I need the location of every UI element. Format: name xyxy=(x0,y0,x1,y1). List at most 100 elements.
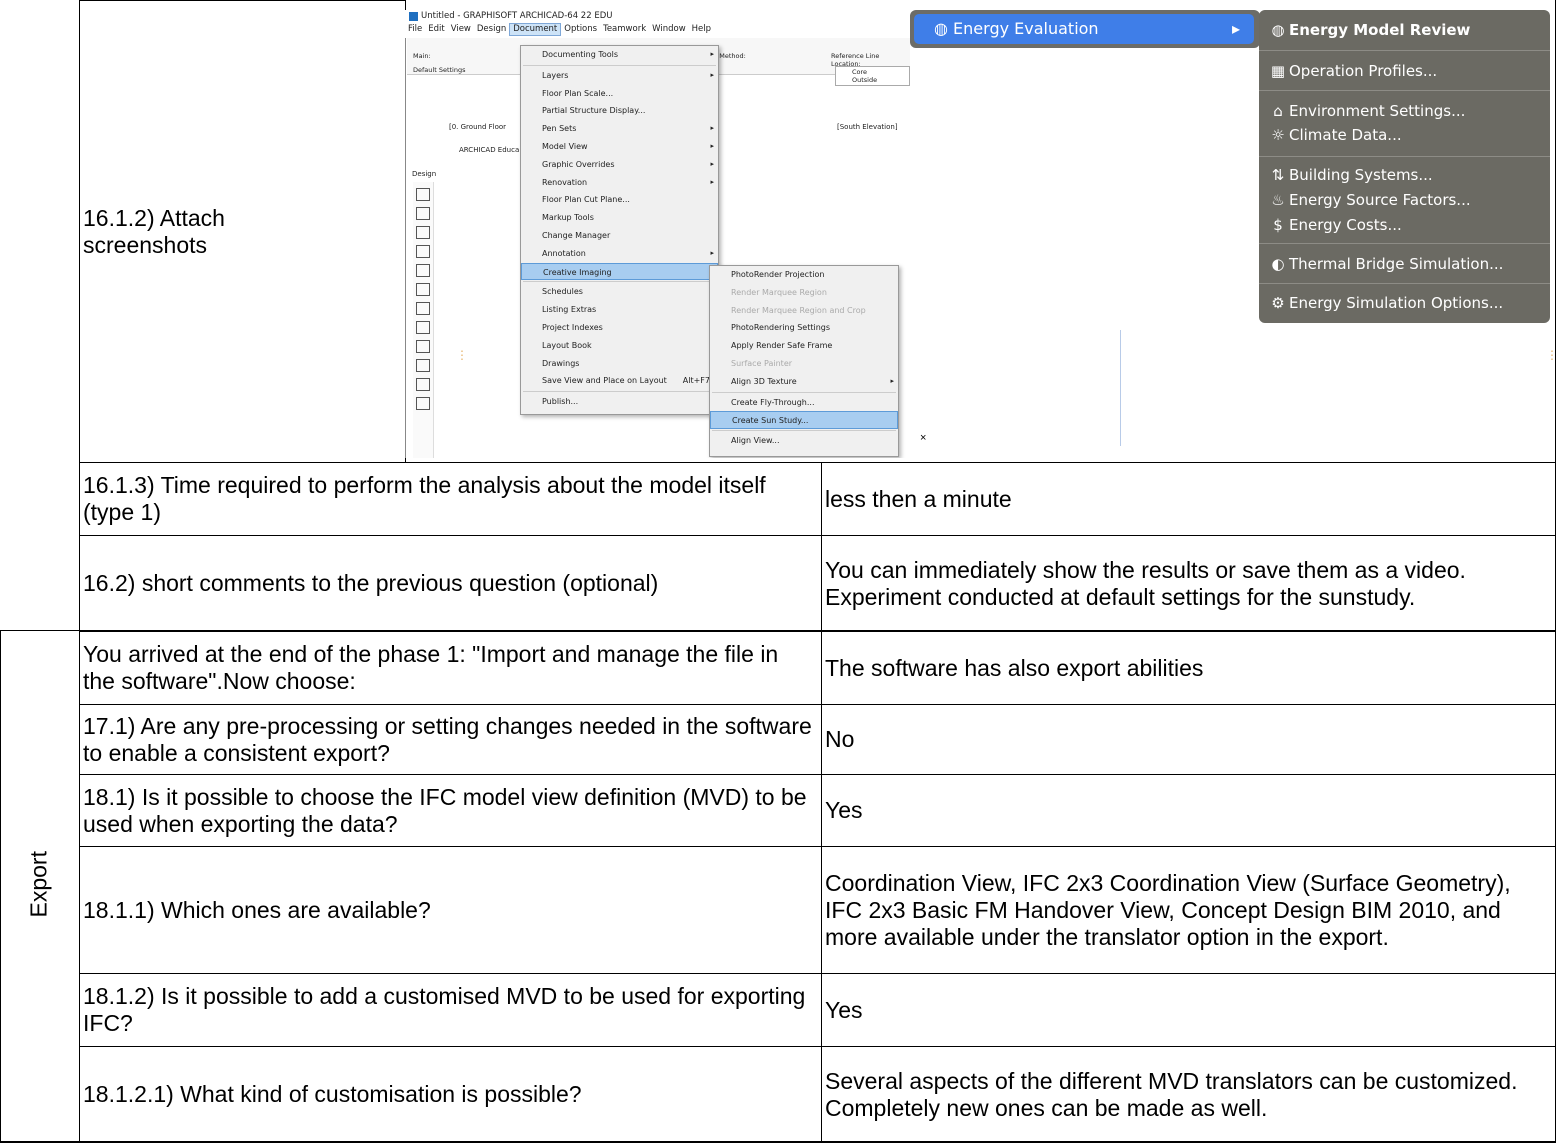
question-text: 16.2) short comments to the previous que… xyxy=(83,570,659,596)
menu-item[interactable]: Renovation xyxy=(521,174,718,192)
energy-model-review-item[interactable]: ◍ Energy Model Review xyxy=(1259,18,1550,43)
menu-label: Operation Profiles... xyxy=(1289,62,1438,80)
thermal-icon: ◐ xyxy=(1271,255,1285,273)
menu-view[interactable]: View xyxy=(448,23,474,36)
stair-tool-icon[interactable] xyxy=(416,302,430,315)
thermal-bridge-item[interactable]: ◐ Thermal Bridge Simulation... xyxy=(1259,252,1550,277)
menu-item[interactable]: Model View xyxy=(521,138,718,156)
answer-text: Coordination View, IFC 2x3 Coordination … xyxy=(825,869,1511,950)
archicad-screenshot: Untitled - GRAPHISOFT ARCHICAD-64 22 EDU… xyxy=(405,10,910,458)
mesh-tool-icon[interactable] xyxy=(416,378,430,391)
resize-handle[interactable]: ⋮ xyxy=(1546,348,1558,362)
energy-costs-item[interactable]: $ Energy Costs... xyxy=(1259,213,1550,238)
energy-submenu: ◍ Energy Model Review ▦ Operation Profiles… xyxy=(1259,10,1550,323)
answer-text: Yes xyxy=(825,797,863,823)
menu-options[interactable]: Options xyxy=(561,23,600,36)
environment-settings-item[interactable]: ⌂ Environment Settings... xyxy=(1259,99,1550,124)
default-settings-label[interactable]: Default Settings xyxy=(413,66,465,74)
menu-item[interactable]: Layers xyxy=(521,67,718,85)
menu-item[interactable]: Render Marquee Region xyxy=(710,284,898,302)
shell-tool-icon[interactable] xyxy=(416,359,430,372)
menu-item[interactable]: Listing Extras xyxy=(521,301,718,319)
menu-item[interactable]: PhotoRendering Settings xyxy=(710,319,898,337)
menu-separator xyxy=(712,430,896,432)
menu-document[interactable]: Document xyxy=(509,23,562,36)
question-cell: 16.1.2) Attach screenshots xyxy=(79,0,405,462)
energy-source-factors-item[interactable]: ♨ Energy Source Factors... xyxy=(1259,188,1550,213)
menu-item[interactable]: Render Marquee Region and Crop xyxy=(710,302,898,320)
menu-item[interactable]: Align 3D Texture xyxy=(710,373,898,391)
window-tool-icon[interactable] xyxy=(416,226,430,239)
roof-tool-icon[interactable] xyxy=(416,340,430,353)
menu-item[interactable]: Change Manager xyxy=(521,227,718,245)
menu-teamwork[interactable]: Teamwork xyxy=(600,23,649,36)
menu-separator xyxy=(523,64,716,66)
menu-item[interactable]: Align View... xyxy=(710,432,898,450)
resize-handle[interactable]: ⋮ xyxy=(456,348,468,362)
door-tool-icon[interactable] xyxy=(416,207,430,220)
factory-icon: ♨ xyxy=(1271,191,1285,209)
design-label: Design xyxy=(412,170,437,178)
menu-separator xyxy=(1259,90,1550,91)
answer-cell: Yes xyxy=(821,774,1556,846)
menu-item-selected[interactable]: Creative Imaging xyxy=(521,262,718,281)
wall-tool-icon[interactable] xyxy=(416,188,430,201)
grid-line xyxy=(0,630,1,1143)
climate-data-item[interactable]: ☼ Climate Data... xyxy=(1259,123,1550,148)
answer-cell: You can immediately show the results or … xyxy=(821,535,1556,631)
menu-label: Environment Settings... xyxy=(1289,102,1466,120)
question-cell: 17.1) Are any pre-processing or setting … xyxy=(79,704,821,774)
energy-evaluation-label: Energy Evaluation xyxy=(953,19,1099,38)
menu-help[interactable]: Help xyxy=(689,23,714,36)
section-label: Export xyxy=(25,851,52,918)
menu-label: Building Systems... xyxy=(1289,166,1433,184)
vertical-divider xyxy=(405,38,406,458)
question-text: You arrived at the end of the phase 1: "… xyxy=(83,641,779,694)
document-menu: Documenting Tools Layers Floor Plan Scal… xyxy=(520,45,719,415)
menu-separator xyxy=(523,391,716,393)
menu-separator xyxy=(1259,156,1550,157)
menu-separator xyxy=(712,391,896,393)
menu-item-create-sun-study[interactable]: Create Sun Study... xyxy=(710,411,898,430)
energy-evaluation-menu: ◍ Energy Evaluation ▸ xyxy=(910,10,1260,48)
globe-icon: ◍ xyxy=(1271,21,1285,39)
menu-item[interactable]: Apply Render Safe Frame xyxy=(710,337,898,355)
menu-item[interactable]: Markup Tools xyxy=(521,209,718,227)
house-icon: ⌂ xyxy=(1273,102,1283,120)
menu-item[interactable]: PhotoRender Projection xyxy=(710,266,898,284)
menu-edit[interactable]: Edit xyxy=(425,23,447,36)
tab-south-elevation[interactable]: [South Elevation] xyxy=(837,123,898,131)
menu-design[interactable]: Design xyxy=(474,23,509,36)
menu-item[interactable]: Annotation xyxy=(521,245,718,263)
menu-window[interactable]: Window xyxy=(649,23,689,36)
menu-item[interactable]: Floor Plan Scale... xyxy=(521,85,718,103)
curtain-wall-tool-icon[interactable] xyxy=(416,397,430,410)
menu-item[interactable]: Schedules xyxy=(521,283,718,301)
answer-cell: The software has also export abilities xyxy=(821,631,1556,704)
menu-item[interactable]: Floor Plan Cut Plane... xyxy=(521,191,718,209)
menu-item[interactable]: Graphic Overrides xyxy=(521,156,718,174)
menu-item[interactable]: Publish... xyxy=(521,393,718,411)
operation-profiles-item[interactable]: ▦ Operation Profiles... xyxy=(1259,59,1550,84)
menu-item[interactable]: Partial Structure Display... xyxy=(521,102,718,120)
menu-item[interactable]: Documenting Tools xyxy=(521,46,718,64)
building-systems-item[interactable]: ⇅ Building Systems... xyxy=(1259,163,1550,188)
tab-ground-floor[interactable]: [0. Ground Floor xyxy=(449,123,506,131)
railing-tool-icon[interactable] xyxy=(416,321,430,334)
beam-tool-icon[interactable] xyxy=(416,264,430,277)
energy-simulation-options-item[interactable]: ⚙ Energy Simulation Options... xyxy=(1259,291,1550,316)
core-outside-select[interactable]: Core Outside xyxy=(835,66,910,86)
menu-item[interactable]: Drawings xyxy=(521,355,718,373)
menu-item[interactable]: Surface Painter xyxy=(710,355,898,373)
menu-item-save-view[interactable]: Save View and Place on Layout Alt+F7 xyxy=(521,372,718,390)
column-tool-icon[interactable] xyxy=(416,245,430,258)
menu-item[interactable]: Pen Sets xyxy=(521,120,718,138)
menu-item[interactable]: Create Fly-Through... xyxy=(710,394,898,412)
energy-evaluation-item[interactable]: ◍ Energy Evaluation ▸ xyxy=(914,14,1254,44)
slab-tool-icon[interactable] xyxy=(416,283,430,296)
menu-file[interactable]: File xyxy=(405,23,425,36)
menu-item[interactable]: Project Indexes xyxy=(521,319,718,337)
menu-item[interactable]: Layout Book xyxy=(521,337,718,355)
close-mark-2[interactable]: × xyxy=(920,432,926,444)
app-icon xyxy=(409,12,418,21)
